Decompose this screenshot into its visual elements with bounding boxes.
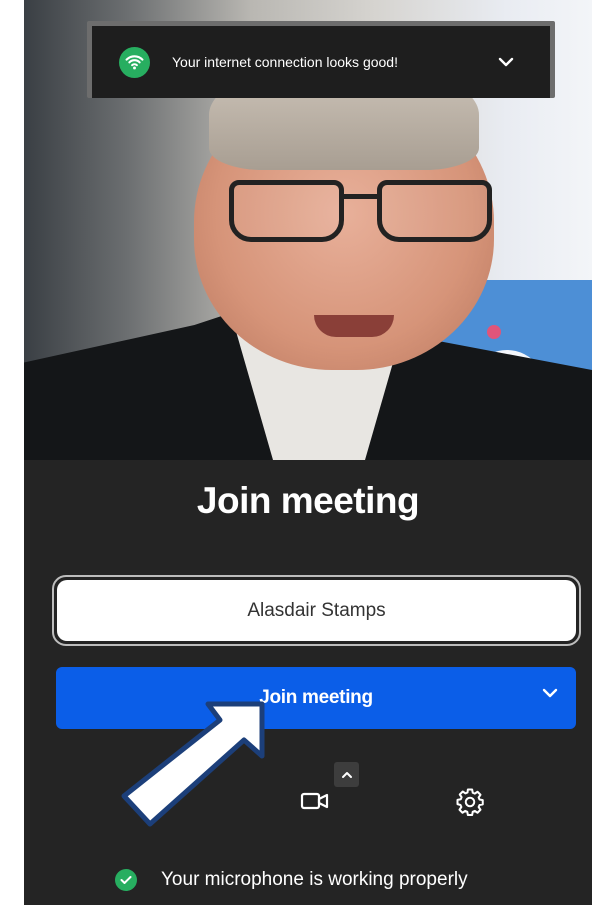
check-circle-icon [115,869,137,891]
connection-toast: Your internet connection looks good! [87,21,555,98]
wifi-icon [119,46,150,78]
microphone-status-text: Your microphone is working properly [161,869,468,890]
chevron-down-icon[interactable] [498,57,514,67]
camera-toggle-button[interactable] [300,790,332,816]
name-field-frame [52,575,581,646]
chevron-up-icon [341,766,353,784]
connection-toast-body: Your internet connection looks good! [92,26,550,98]
person-mouth [314,315,394,337]
connection-message: Your internet connection looks good! [172,54,398,70]
join-meeting-button[interactable]: Join meeting [56,667,576,729]
settings-button[interactable] [454,788,486,820]
join-panel: Join meeting Join meeting [24,460,592,905]
video-camera-icon [300,791,330,816]
microphone-status: Your microphone is working properly [115,869,468,891]
page-title: Join meeting [196,480,420,521]
camera-options-button[interactable] [334,762,359,787]
gear-icon [455,787,485,822]
name-input[interactable] [57,580,576,641]
join-meeting-label: Join meeting [259,687,373,708]
join-options-chevron-icon[interactable] [542,688,558,698]
person-glasses [229,180,499,250]
